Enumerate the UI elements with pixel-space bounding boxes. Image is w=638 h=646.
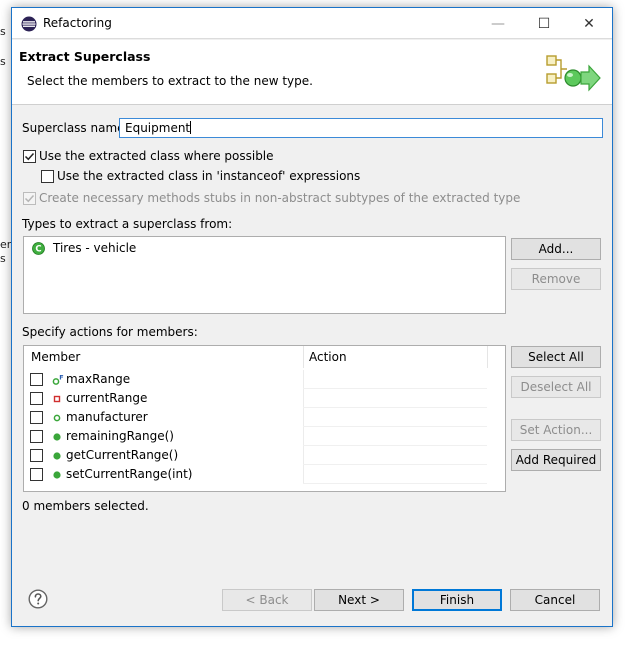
refactoring-dialog: Refactoring — ☐ ✕ Extract Superclass Sel…	[11, 7, 613, 627]
minimize-button[interactable]: —	[475, 8, 521, 39]
superclass-name-input[interactable]: Equipment	[119, 118, 603, 138]
extract-superclass-wizard-icon	[546, 55, 601, 92]
page-title: Extract Superclass	[19, 49, 151, 64]
member-name: remainingRange()	[66, 429, 174, 443]
row-divider	[303, 483, 487, 484]
table-row[interactable]: getCurrentRange()	[24, 446, 505, 465]
types-list-label: Types to extract a superclass from:	[22, 217, 233, 231]
member-name: currentRange	[66, 391, 148, 405]
member-name: maxRange	[66, 372, 131, 386]
private-field-icon	[53, 395, 61, 403]
svg-text:C: C	[35, 245, 41, 255]
table-row[interactable]: F maxRange	[24, 370, 505, 389]
action-cell[interactable]	[303, 465, 304, 484]
select-all-button[interactable]: Select All	[511, 346, 601, 368]
back-button: < Back	[222, 589, 312, 611]
column-divider[interactable]	[487, 346, 488, 368]
action-cell[interactable]	[303, 408, 304, 427]
final-field-icon: F	[52, 374, 64, 385]
cancel-button[interactable]: Cancel	[510, 589, 600, 611]
use-extracted-class-label[interactable]: Use the extracted class where possible	[39, 149, 274, 163]
public-method-icon	[53, 452, 61, 460]
action-column-header[interactable]: Action	[309, 350, 347, 364]
member-name: getCurrentRange()	[66, 448, 179, 462]
members-table[interactable]: Member Action F maxRange currentRange ma…	[23, 345, 506, 492]
background-text-fragment: s	[0, 55, 6, 68]
create-method-stubs-label: Create necessary methods stubs in non-ab…	[39, 191, 521, 205]
checkmark-icon	[24, 194, 35, 203]
minimize-icon: —	[491, 15, 505, 32]
eclipse-app-icon	[21, 16, 37, 32]
background-text-fragment: s	[0, 252, 6, 265]
member-checkbox[interactable]	[30, 411, 43, 424]
set-action-button: Set Action...	[511, 419, 601, 441]
add-required-button[interactable]: Add Required	[511, 449, 601, 471]
help-icon[interactable]	[28, 589, 48, 609]
wizard-header: Extract Superclass Select the members to…	[12, 40, 612, 105]
selection-status: 0 members selected.	[22, 499, 149, 513]
add-type-button[interactable]: Add...	[511, 238, 601, 260]
class-icon: C	[32, 242, 45, 255]
create-method-stubs-checkbox	[23, 192, 36, 205]
table-row[interactable]: currentRange	[24, 389, 505, 408]
use-in-instanceof-checkbox[interactable]	[41, 170, 54, 183]
member-actions-label: Specify actions for members:	[22, 325, 198, 339]
public-method-icon	[53, 433, 61, 441]
member-checkbox[interactable]	[30, 430, 43, 443]
title-bar[interactable]: Refactoring — ☐ ✕	[12, 8, 612, 39]
use-extracted-class-checkbox[interactable]	[23, 150, 36, 163]
table-row[interactable]: remainingRange()	[24, 427, 505, 446]
table-row[interactable]: manufacturer	[24, 408, 505, 427]
action-cell[interactable]	[303, 389, 304, 408]
background-text-fragment: s	[0, 25, 6, 38]
text-caret	[190, 121, 192, 134]
use-in-instanceof-label[interactable]: Use the extracted class in 'instanceof' …	[57, 169, 360, 183]
close-icon: ✕	[583, 15, 595, 32]
svg-text:F: F	[59, 374, 63, 382]
list-item[interactable]: Tires - vehicle	[53, 241, 136, 255]
superclass-name-value: Equipment	[125, 121, 191, 135]
checkmark-icon	[24, 152, 35, 161]
next-button[interactable]: Next >	[314, 589, 404, 611]
maximize-icon: ☐	[537, 15, 551, 32]
public-method-icon	[53, 471, 61, 479]
action-cell[interactable]	[303, 446, 304, 465]
column-divider[interactable]	[303, 346, 304, 368]
window-title: Refactoring	[43, 16, 112, 30]
deselect-all-button: Deselect All	[511, 376, 601, 398]
table-header: Member Action	[24, 346, 505, 368]
page-description: Select the members to extract to the new…	[27, 74, 313, 88]
member-column-header[interactable]: Member	[31, 350, 80, 364]
superclass-name-label: Superclass name:	[22, 121, 129, 135]
remove-type-button: Remove	[511, 268, 601, 290]
member-checkbox[interactable]	[30, 373, 43, 386]
member-checkbox[interactable]	[30, 392, 43, 405]
table-row[interactable]: setCurrentRange(int)	[24, 465, 505, 484]
action-cell[interactable]	[303, 370, 304, 389]
field-icon	[53, 414, 61, 422]
maximize-button[interactable]: ☐	[521, 8, 567, 39]
member-name: manufacturer	[66, 410, 148, 424]
member-checkbox[interactable]	[30, 449, 43, 462]
close-button[interactable]: ✕	[566, 8, 612, 39]
finish-button[interactable]: Finish	[412, 589, 502, 611]
types-list[interactable]: C Tires - vehicle	[23, 236, 506, 314]
member-name: setCurrentRange(int)	[66, 467, 193, 481]
action-cell[interactable]	[303, 427, 304, 446]
member-checkbox[interactable]	[30, 468, 43, 481]
